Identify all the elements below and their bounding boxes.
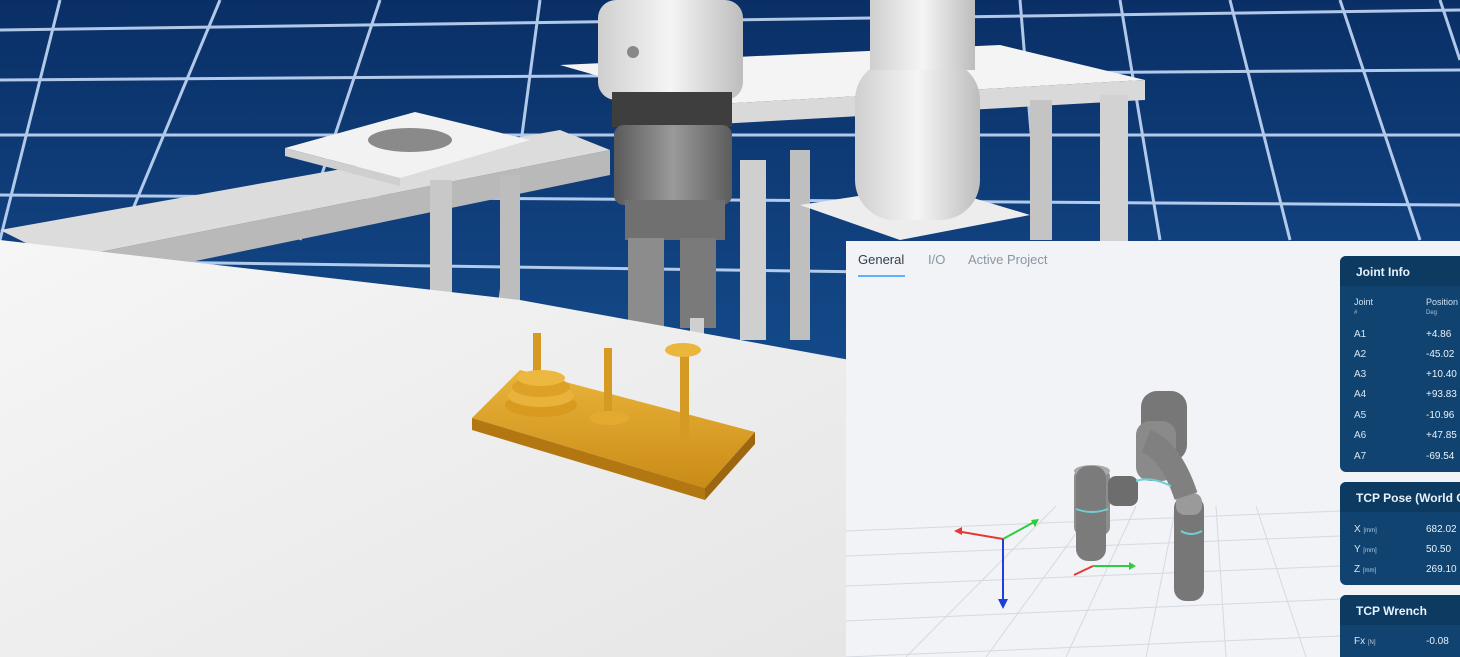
joint-value: -45.02	[1426, 349, 1455, 360]
joint-col-header: Joint	[1354, 297, 1374, 307]
position-col-unit: Deg	[1426, 310, 1438, 316]
tab-general[interactable]: General	[858, 252, 904, 267]
joint-value: +10.40	[1426, 369, 1457, 380]
joint-label: A5	[1354, 410, 1367, 421]
position-col-header: Position	[1426, 297, 1459, 307]
joint-label: A2	[1354, 349, 1367, 360]
pose-axis-label: Z [mm]	[1354, 564, 1377, 575]
panel-tabs: General I/O Active Project	[846, 241, 1340, 281]
joint-value: -10.96	[1426, 410, 1455, 421]
wrench-value: -0.08	[1426, 636, 1449, 647]
active-tab-indicator	[858, 275, 905, 277]
pose-value: 50.50	[1426, 544, 1452, 555]
joint-col-unit: #	[1354, 310, 1358, 316]
joint-value: -69.54	[1426, 451, 1455, 462]
tcp-pose-title: TCP Pose (World C	[1356, 491, 1460, 505]
joint-value: +47.85	[1426, 430, 1457, 441]
pose-value: 682.02	[1426, 524, 1457, 535]
robot-3d-viewport[interactable]	[846, 281, 1341, 657]
pose-axis-label: X [mm]	[1354, 524, 1377, 535]
pose-axis-label: Y [mm]	[1354, 544, 1377, 555]
tcp-pose-card: TCP Pose (World C X [mm] 682.02 Y [mm] 5…	[1340, 482, 1460, 585]
tcp-wrench-title: TCP Wrench	[1356, 604, 1427, 618]
tab-io[interactable]: I/O	[928, 252, 945, 267]
pose-value: 269.10	[1426, 564, 1457, 575]
joint-label: A7	[1354, 451, 1367, 462]
joint-info-title: Joint Info	[1356, 265, 1410, 279]
joint-info-card: Joint Info Joint # Position Deg A1 +4.86…	[1340, 256, 1460, 472]
tab-active-project[interactable]: Active Project	[968, 252, 1047, 267]
joint-value: +93.83	[1426, 389, 1457, 400]
joint-label: A3	[1354, 369, 1367, 380]
joint-label: A1	[1354, 329, 1367, 340]
joint-label: A6	[1354, 430, 1367, 441]
tcp-wrench-card: TCP Wrench Fx [N] -0.08	[1340, 595, 1460, 657]
wrench-axis-label: Fx [N]	[1354, 636, 1376, 647]
joint-label: A4	[1354, 389, 1367, 400]
joint-value: +4.86	[1426, 329, 1452, 340]
robot-info-panel: General I/O Active Project Joint Info Jo…	[846, 241, 1460, 657]
